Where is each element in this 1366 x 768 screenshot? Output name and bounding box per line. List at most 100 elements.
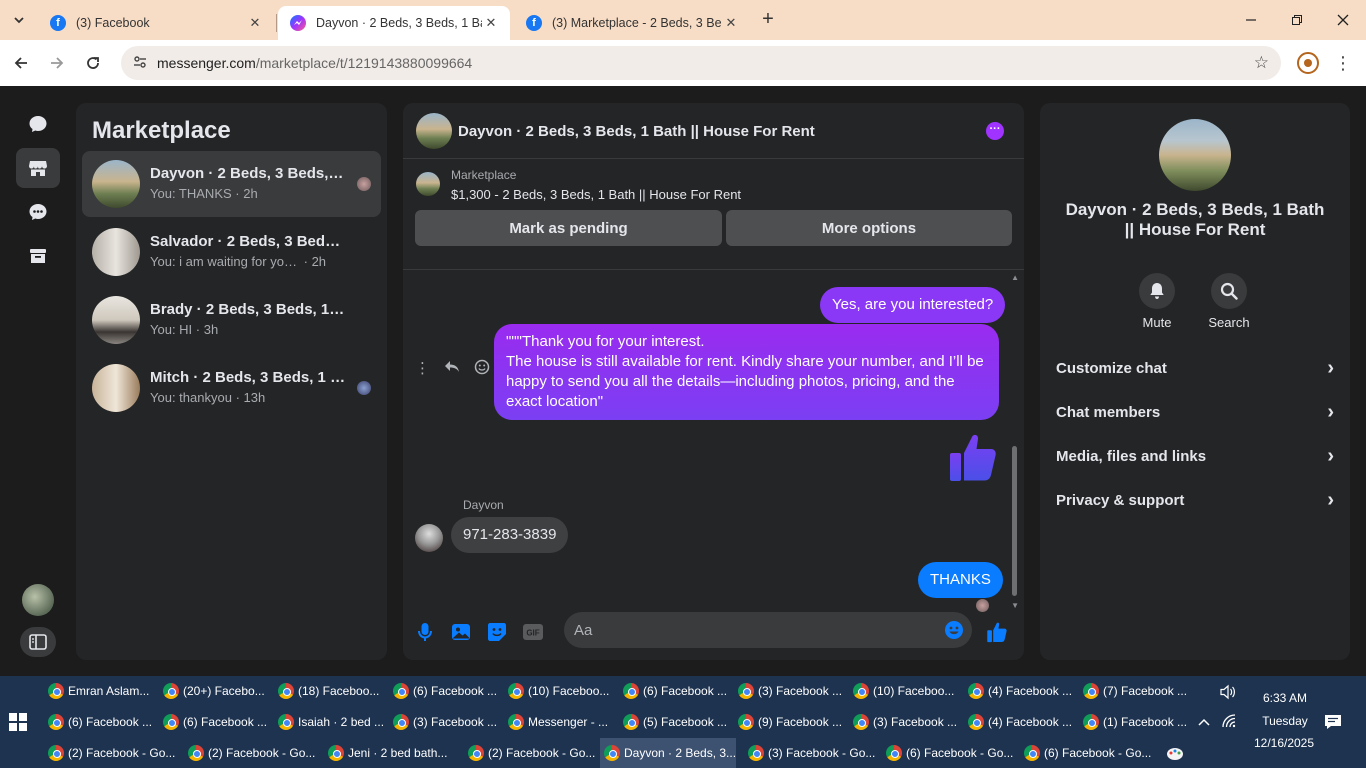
chat-avatar[interactable] (416, 113, 452, 149)
taskbar-item[interactable]: (10) Faceboo... (504, 677, 616, 705)
mute-action[interactable]: Mute (1127, 273, 1187, 330)
scroll-up-arrow[interactable]: ▲ (1011, 273, 1019, 282)
more-vertical-icon[interactable]: ⋮ (415, 359, 430, 379)
scroll-down-arrow[interactable]: ▼ (1011, 601, 1019, 610)
tab-search-button[interactable] (6, 7, 32, 33)
taskbar-item[interactable]: (20+) Facebo... (159, 677, 271, 705)
attach-photo-button[interactable] (450, 621, 472, 643)
taskbar-item[interactable]: Messenger - ... (504, 708, 616, 736)
close-icon[interactable]: ✕ (246, 15, 264, 31)
taskbar-item[interactable]: (1) Facebook ... (1079, 708, 1191, 736)
restore-button[interactable] (1274, 0, 1320, 40)
bookmark-star-icon[interactable]: ☆ (1254, 53, 1269, 73)
tab-marketplace[interactable]: f (3) Marketplace - 2 Beds, 3 Beds ✕ (514, 6, 750, 40)
minimize-button[interactable] (1228, 0, 1274, 40)
taskbar-item[interactable]: (3) Facebook ... (734, 677, 846, 705)
taskbar-item[interactable]: (10) Faceboo... (849, 677, 961, 705)
react-emoji-icon[interactable] (474, 359, 490, 379)
tab-messenger-dayvon[interactable]: Dayvon · 2 Beds, 3 Beds, 1 Bath ✕ (278, 6, 510, 40)
taskbar-item[interactable]: (3) Facebook ... (849, 708, 961, 736)
taskbar-item[interactable]: (2) Facebook - Go... (464, 739, 600, 767)
taskbar-item[interactable]: (3) Facebook ... (389, 708, 501, 736)
chat-title[interactable]: Dayvon · 2 Beds, 3 Beds, 1 Bath || House… (458, 123, 815, 140)
message-bubble-outgoing[interactable]: THANKS (918, 562, 1003, 598)
scrollbar-thumb[interactable] (1012, 446, 1017, 596)
taskbar-item-paint[interactable] (1162, 739, 1186, 767)
speaker-icon[interactable] (1219, 684, 1237, 703)
forward-button[interactable] (44, 50, 70, 76)
marketplace-nav-button[interactable] (16, 148, 60, 188)
message-bubble-outgoing[interactable]: """Thank you for your interest. The hous… (494, 324, 999, 420)
search-button[interactable] (1211, 273, 1247, 309)
taskbar-item[interactable]: (6) Facebook ... (44, 708, 156, 736)
mute-button[interactable] (1139, 273, 1175, 309)
taskbar-item[interactable]: (4) Facebook ... (964, 708, 1076, 736)
wifi-icon[interactable] (1221, 714, 1237, 731)
info-avatar[interactable] (1159, 119, 1231, 191)
taskbar-item[interactable]: (6) Facebook - Go... (1020, 739, 1156, 767)
taskbar-item[interactable]: (2) Facebook - Go... (44, 739, 180, 767)
chat-members-row[interactable]: Chat members › (1040, 390, 1350, 434)
tab-facebook[interactable]: f (3) Facebook ✕ (38, 6, 274, 40)
reload-button[interactable] (80, 50, 106, 76)
address-bar[interactable]: messenger.com/marketplace/t/121914388009… (121, 46, 1281, 80)
clock-date[interactable]: 12/16/2025 (1242, 736, 1326, 750)
message-input-box[interactable] (564, 612, 972, 648)
taskbar-item[interactable]: (7) Facebook ... (1079, 677, 1191, 705)
more-options-button[interactable]: More options (726, 210, 1012, 246)
taskbar-item[interactable]: (5) Facebook ... (619, 708, 731, 736)
message-bubble-incoming[interactable]: 971-283-3839 (451, 517, 569, 553)
voice-clip-button[interactable] (414, 621, 436, 643)
send-like-button[interactable] (986, 621, 1008, 643)
more-icon[interactable]: ··· (986, 122, 1004, 140)
emoji-button[interactable] (944, 620, 964, 640)
taskbar-item[interactable]: (6) Facebook ... (619, 677, 731, 705)
taskbar-item[interactable]: (9) Facebook ... (734, 708, 846, 736)
taskbar-item-active[interactable]: Dayvon · 2 Beds, 3... (600, 738, 736, 768)
media-files-links-row[interactable]: Media, files and links › (1040, 434, 1350, 478)
privacy-support-row[interactable]: Privacy & support › (1040, 478, 1350, 522)
close-icon[interactable]: ✕ (482, 15, 500, 31)
notifications-icon[interactable] (1324, 714, 1342, 733)
clock-time[interactable]: 6:33 AM (1248, 691, 1322, 705)
new-tab-button[interactable]: + (756, 8, 780, 32)
user-avatar[interactable] (22, 584, 54, 616)
sticker-button[interactable] (486, 621, 508, 643)
conversation-item-salvador[interactable]: Salvador · 2 Beds, 3 Beds, 1 Bath You: i… (82, 219, 381, 285)
close-icon[interactable]: ✕ (722, 15, 740, 31)
reply-icon[interactable] (444, 359, 460, 379)
message-input[interactable] (574, 620, 934, 640)
clock-day[interactable]: Tuesday (1248, 714, 1322, 728)
taskbar-item[interactable]: (2) Facebook - Go... (184, 739, 320, 767)
taskbar-item[interactable]: Isaiah · 2 bed ... (274, 708, 386, 736)
site-settings-icon[interactable] (133, 55, 153, 72)
taskbar-item[interactable]: (6) Facebook ... (389, 677, 501, 705)
back-button[interactable] (8, 50, 34, 76)
search-action[interactable]: Search (1199, 273, 1259, 330)
customize-chat-row[interactable]: Customize chat › (1040, 346, 1350, 390)
close-window-button[interactable] (1320, 0, 1366, 40)
taskbar-item[interactable]: (18) Faceboo... (274, 677, 386, 705)
listing-thumbnail[interactable] (416, 172, 440, 196)
requests-nav-button[interactable] (16, 192, 60, 232)
taskbar-item[interactable]: (4) Facebook ... (964, 677, 1076, 705)
toggle-sidebar-button[interactable] (20, 627, 56, 657)
conversation-item-dayvon[interactable]: Dayvon · 2 Beds, 3 Beds, 1 Bath || House… (82, 151, 381, 217)
show-hidden-icons-icon[interactable] (1197, 715, 1211, 730)
message-bubble-outgoing[interactable]: Yes, are you interested? (820, 287, 1006, 323)
archive-nav-button[interactable] (16, 236, 60, 276)
conversation-item-brady[interactable]: Brady · 2 Beds, 3 Beds, 1 Bath You: HI ·… (82, 287, 381, 353)
profile-icon[interactable] (1297, 52, 1319, 74)
sender-avatar[interactable] (415, 524, 443, 552)
windows-start-icon[interactable] (9, 713, 27, 731)
gif-button[interactable]: GIF (522, 621, 544, 643)
chats-nav-button[interactable] (16, 104, 60, 144)
mark-as-pending-button[interactable]: Mark as pending (415, 210, 722, 246)
conversation-item-mitch[interactable]: Mitch · 2 Beds, 3 Beds, 1 Bath You: than… (82, 355, 381, 421)
browser-menu-icon[interactable]: ⋮ (1334, 51, 1352, 75)
taskbar-item[interactable]: (6) Facebook ... (159, 708, 271, 736)
taskbar-item[interactable]: Emran Aslam... (44, 677, 156, 705)
listing-price-title[interactable]: $1,300 - 2 Beds, 3 Beds, 1 Bath || House… (451, 187, 741, 202)
taskbar-item[interactable]: (6) Facebook - Go... (882, 739, 1018, 767)
taskbar-item[interactable]: Jeni · 2 bed bath... (324, 739, 460, 767)
